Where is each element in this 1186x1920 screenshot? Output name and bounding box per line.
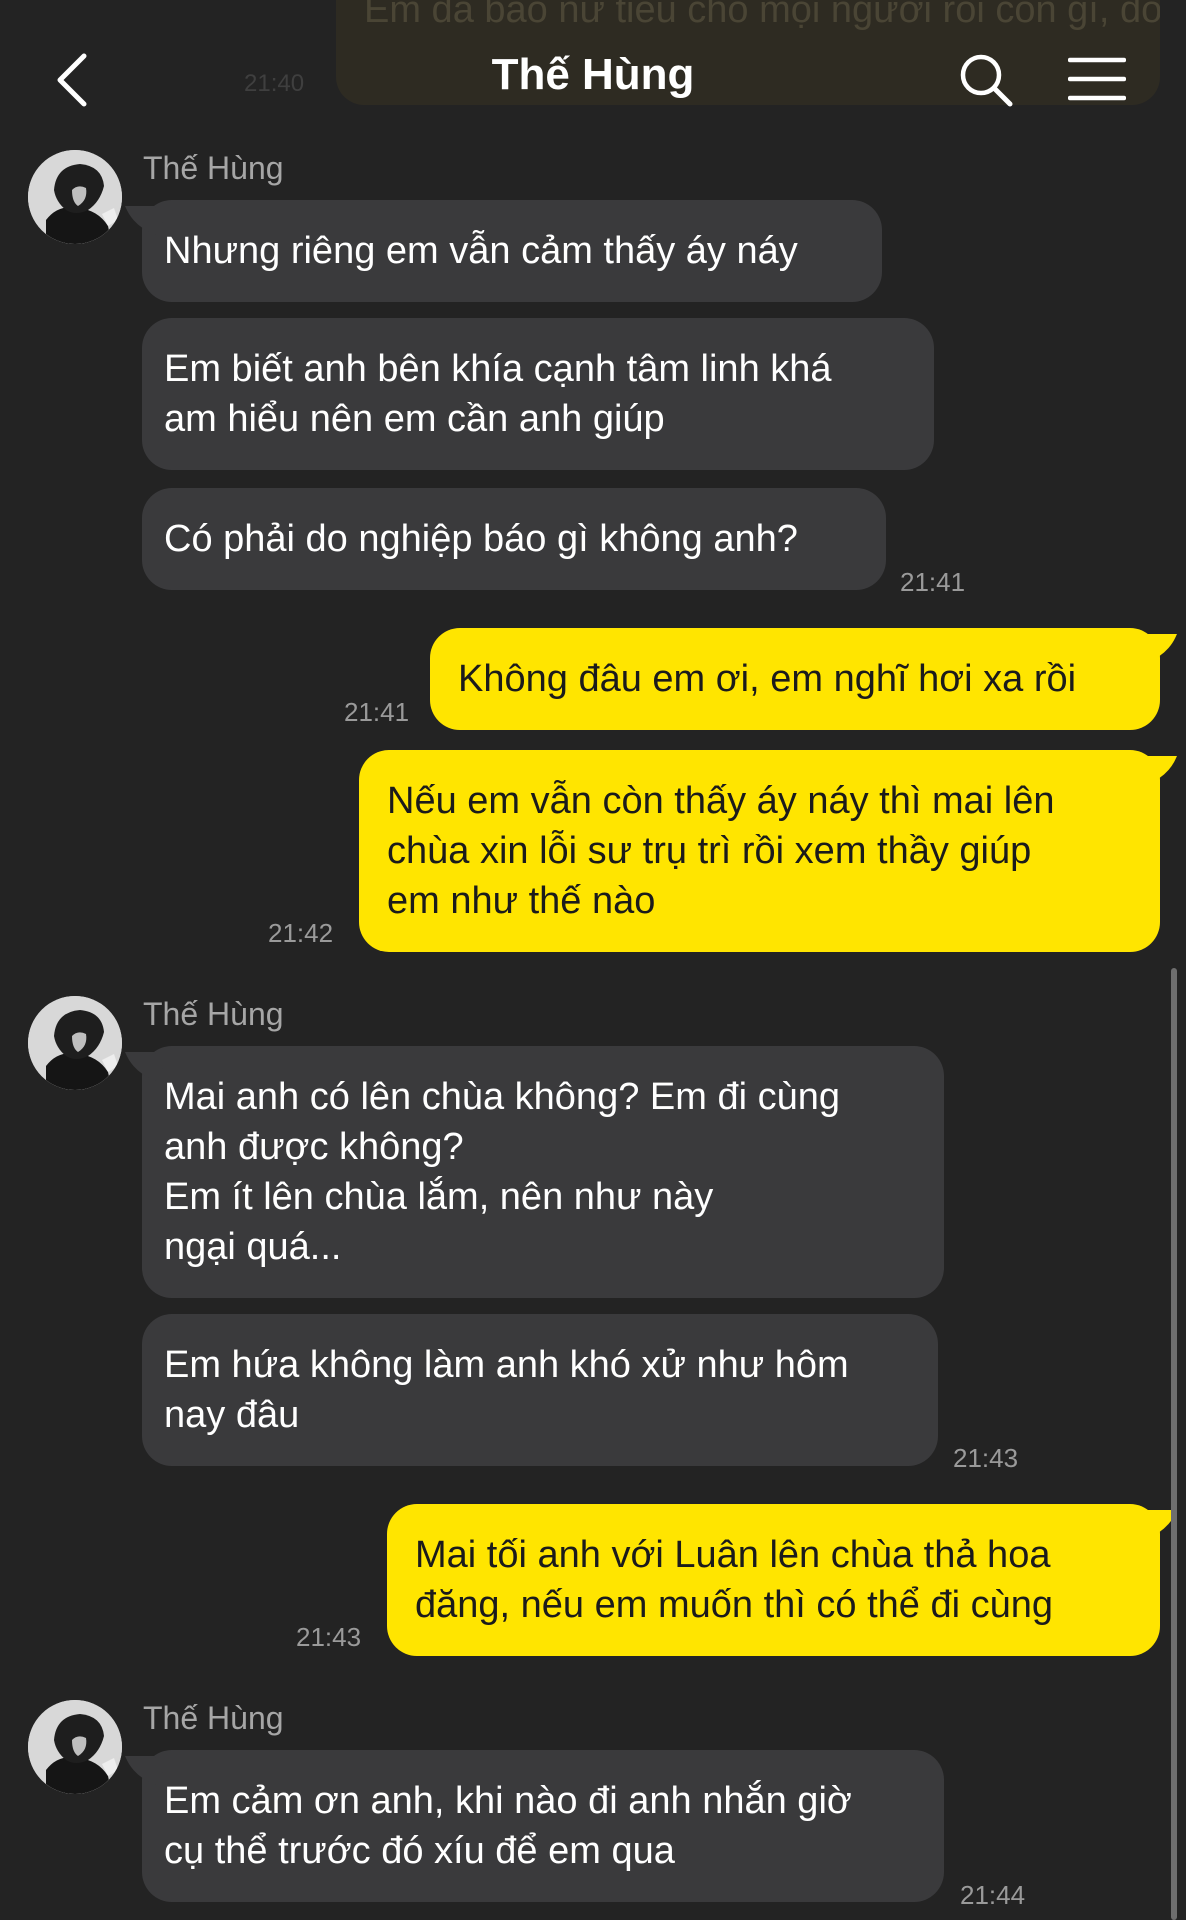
message-bubble[interactable]: Nhưng riêng em vẫn cảm thấy áy náy [142, 200, 882, 302]
message-time: 21:41 [344, 697, 410, 727]
sender-name: Thế Hùng [143, 1700, 284, 1736]
message-time: 21:44 [960, 1880, 1026, 1910]
message-bubble[interactable]: Mai anh có lên chùa không? Em đi cùng an… [142, 1046, 944, 1298]
sender-name: Thế Hùng [143, 996, 284, 1032]
avatar-photo-icon [28, 150, 122, 244]
hamburger-menu-icon[interactable] [1068, 56, 1126, 102]
avatar[interactable] [28, 996, 122, 1090]
avatar-photo-icon [28, 1700, 122, 1794]
message-time: 21:43 [296, 1622, 362, 1652]
avatar[interactable] [28, 1700, 122, 1794]
chat-header: Em đã báo nữ tiêu cho mọi người rồi còn … [0, 0, 1186, 150]
message-bubble[interactable]: Em hứa không làm anh khó xử như hôm nay … [142, 1314, 938, 1466]
message-bubble[interactable]: Mai tối anh với Luân lên chùa thả hoa đă… [387, 1504, 1160, 1656]
sender-name: Thế Hùng [143, 150, 284, 186]
scrollbar[interactable] [1171, 968, 1177, 1920]
search-icon[interactable] [958, 52, 1014, 108]
message-time: 21:41 [900, 567, 966, 597]
message-bubble[interactable]: Em cảm ơn anh, khi nào đi anh nhắn giờ c… [142, 1750, 944, 1902]
message-bubble[interactable]: Nếu em vẫn còn thấy áy náy thì mai lên c… [359, 750, 1160, 952]
message-bubble[interactable]: Có phải do nghiệp báo gì không anh? [142, 488, 886, 590]
message-bubble[interactable]: Không đâu em ơi, em nghĩ hơi xa rồi [430, 628, 1160, 730]
avatar-photo-icon [28, 996, 122, 1090]
message-time: 21:42 [268, 918, 334, 948]
avatar[interactable] [28, 150, 122, 244]
message-time: 21:43 [953, 1443, 1019, 1473]
message-bubble[interactable]: Em biết anh bên khía cạnh tâm linh khá a… [142, 318, 934, 470]
